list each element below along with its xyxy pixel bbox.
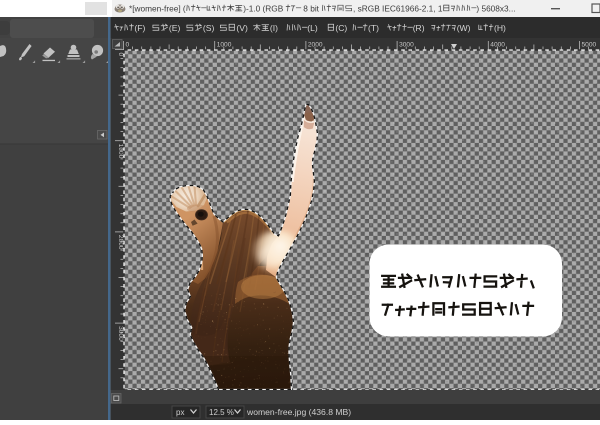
svg-text:(E): (E) (169, 23, 181, 33)
svg-text:(T): (T) (368, 23, 379, 33)
svg-text:2000: 2000 (117, 235, 124, 250)
svg-text:(I): (I) (270, 23, 278, 33)
svg-text:(L): (L) (307, 23, 318, 33)
svg-text:3000: 3000 (399, 42, 414, 49)
svg-text:(V): (V) (236, 23, 248, 33)
svg-text:(C): (C) (335, 23, 347, 33)
svg-text:)-1.0 (RGB: )-1.0 (RGB (243, 4, 285, 14)
svg-text:1000: 1000 (117, 144, 124, 159)
svg-text:women-free.jpg (436.8 MB): women-free.jpg (436.8 MB) (246, 407, 351, 417)
svg-text:(H): (H) (494, 23, 506, 33)
svg-text:(W): (W) (457, 23, 471, 33)
svg-text:) 5608x3...: ) 5608x3... (476, 4, 515, 14)
svg-text:(R): (R) (413, 23, 425, 33)
svg-text:0: 0 (117, 53, 124, 57)
svg-text:, sRGB IEC61966-2.1, 1: , sRGB IEC61966-2.1, 1 (353, 4, 443, 14)
svg-text:px: px (176, 408, 184, 417)
svg-text:0: 0 (126, 42, 130, 49)
svg-text:2000: 2000 (308, 42, 323, 49)
svg-text:8 bit: 8 bit (301, 4, 321, 14)
svg-text:*[women-free] (: *[women-free] ( (129, 4, 186, 14)
svg-text:4000: 4000 (490, 42, 505, 49)
svg-text:12.5 %: 12.5 % (209, 408, 234, 417)
svg-text:(S): (S) (203, 23, 215, 33)
svg-text:5000: 5000 (582, 42, 597, 49)
svg-text:(F): (F) (134, 23, 145, 33)
svg-text:3000: 3000 (117, 326, 124, 341)
svg-text:1000: 1000 (217, 42, 232, 49)
